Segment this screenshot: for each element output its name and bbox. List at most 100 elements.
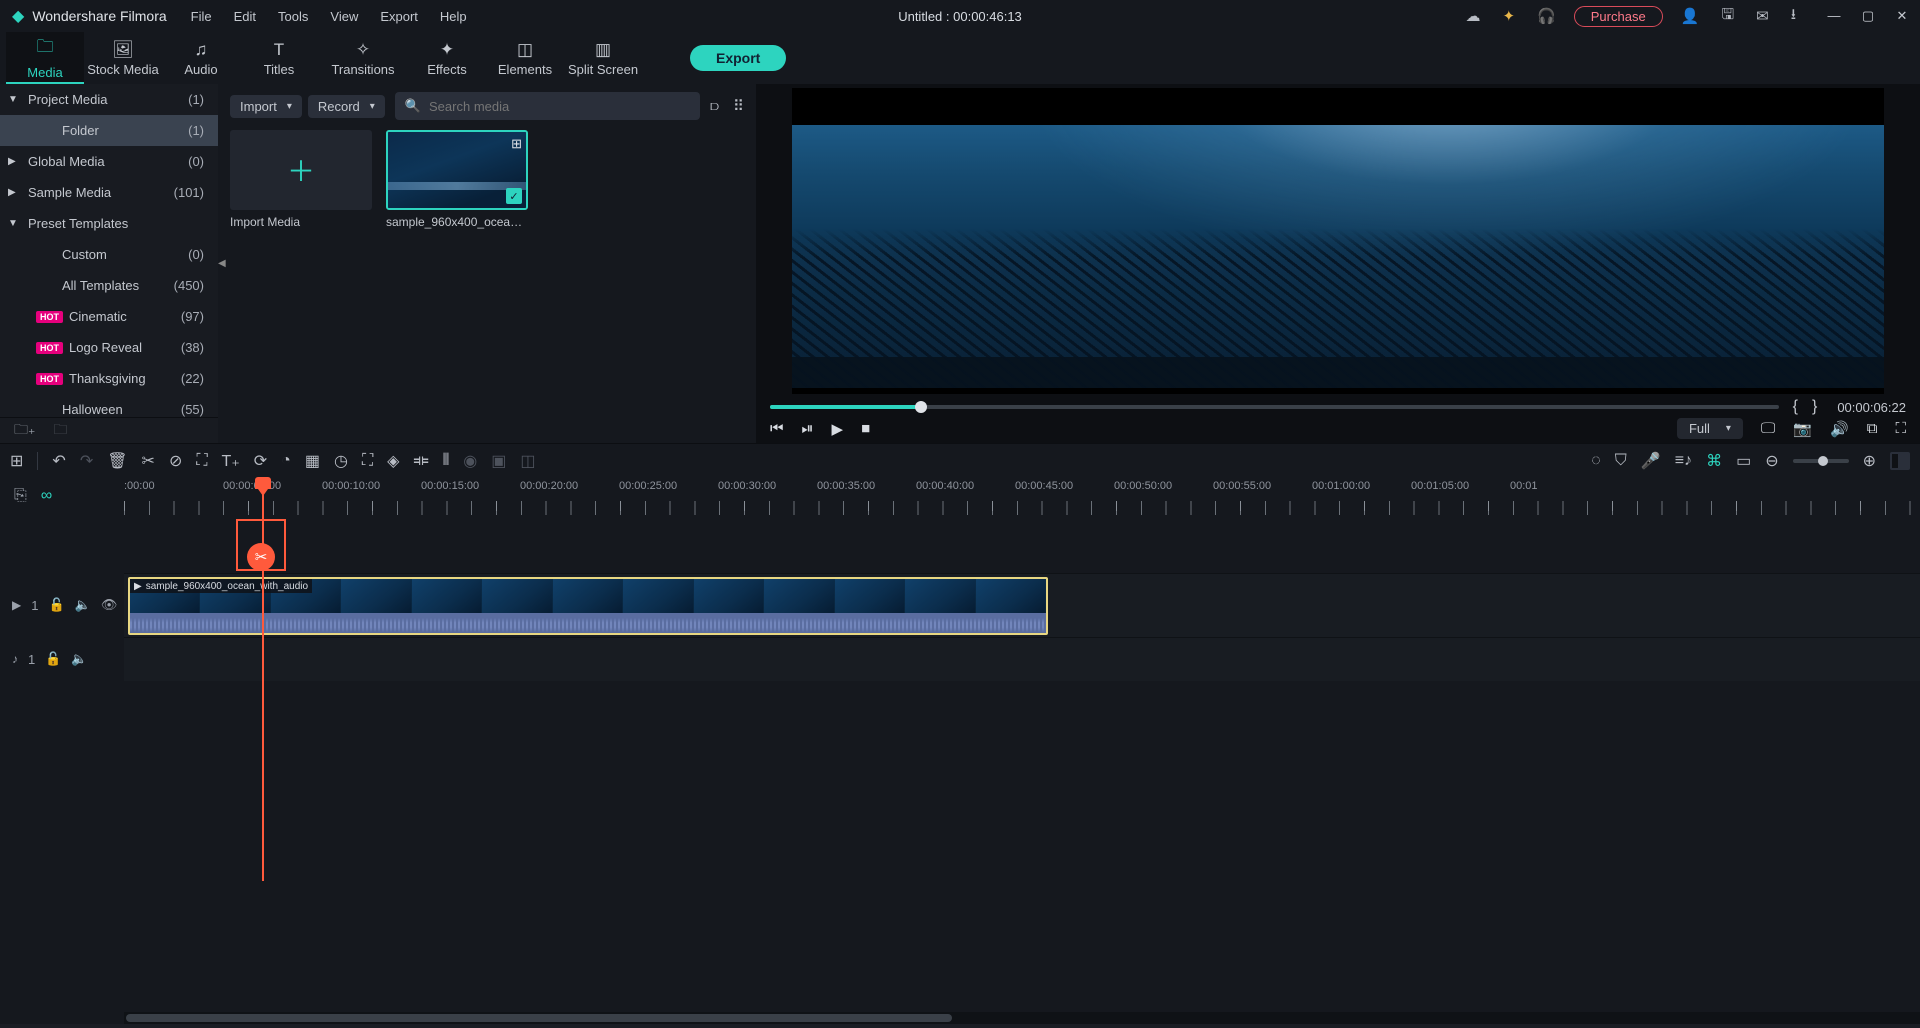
- lock-icon[interactable]: 🔓: [48, 597, 64, 613]
- mark-out-icon[interactable]: }: [1812, 398, 1817, 416]
- zoom-in-button[interactable]: ⊕: [1863, 451, 1876, 471]
- import-media-tile[interactable]: ＋ Import Media: [230, 130, 372, 229]
- new-folder-icon[interactable]: 🗀₊: [14, 419, 35, 443]
- menu-view[interactable]: View: [330, 9, 358, 24]
- undo-button[interactable]: ↶: [52, 451, 65, 471]
- snapshot-icon[interactable]: 📷: [1793, 420, 1812, 438]
- stop-button[interactable]: ■: [861, 420, 870, 437]
- export-button[interactable]: Export: [690, 45, 786, 71]
- cloud-icon[interactable]: ☁: [1462, 3, 1485, 29]
- redo-button[interactable]: ↷: [80, 451, 93, 471]
- prev-frame-button[interactable]: ⏮: [770, 420, 784, 437]
- folder-icon[interactable]: 🗀: [53, 419, 67, 443]
- menu-edit[interactable]: Edit: [234, 9, 256, 24]
- tree-preset-templates[interactable]: ▼Preset Templates: [0, 208, 218, 239]
- zoom-slider[interactable]: [1793, 459, 1849, 463]
- tab-transitions[interactable]: ✧Transitions: [318, 32, 408, 84]
- motion-button[interactable]: ◉: [463, 451, 477, 471]
- purchase-button[interactable]: Purchase: [1574, 6, 1663, 27]
- mail-icon[interactable]: ✉: [1752, 3, 1773, 29]
- timeline-clip[interactable]: ▶sample_960x400_ocean_with_audio: [128, 577, 1048, 635]
- keyframe-button[interactable]: ◈: [387, 451, 399, 471]
- tree-folder[interactable]: Folder(1): [0, 115, 218, 146]
- headphones-icon[interactable]: 🎧: [1533, 3, 1560, 29]
- search-input[interactable]: [429, 99, 690, 114]
- media-clip-tile[interactable]: ⊞✓ sample_960x400_ocean_...: [386, 130, 528, 229]
- fullscreen-icon[interactable]: ⛶: [1895, 420, 1906, 437]
- delete-button[interactable]: 🗑: [107, 451, 127, 471]
- preview-progress[interactable]: [770, 405, 1779, 409]
- marker-icon[interactable]: ◌: [1591, 452, 1601, 470]
- detach-button[interactable]: ◫: [520, 451, 535, 471]
- display-icon[interactable]: 🖵: [1761, 420, 1775, 437]
- tree-logo-reveal[interactable]: HOTLogo Reveal(38): [0, 332, 218, 363]
- grid-view-icon[interactable]: ⠿: [729, 93, 748, 119]
- menu-file[interactable]: File: [191, 9, 212, 24]
- text-button[interactable]: T₊: [222, 451, 240, 471]
- close-button[interactable]: ✕: [1890, 8, 1914, 24]
- play-button[interactable]: ▶: [832, 420, 844, 438]
- play-pause-button[interactable]: ⏯: [802, 420, 814, 437]
- sparkle-icon[interactable]: ✦: [1499, 3, 1520, 29]
- audio-adjust-button[interactable]: ⫴: [443, 452, 450, 470]
- lock-icon[interactable]: 🔓: [45, 651, 61, 667]
- tab-split-screen[interactable]: ▥Split Screen: [564, 32, 642, 84]
- layout-icon[interactable]: ⊞: [10, 451, 23, 471]
- fit-icon[interactable]: ▭: [1736, 451, 1751, 471]
- volume-icon[interactable]: 🔊: [1830, 420, 1849, 438]
- tab-elements[interactable]: ◫Elements: [486, 32, 564, 84]
- speed-button[interactable]: ⟳: [254, 451, 267, 471]
- color-button[interactable]: ◔: [281, 452, 291, 470]
- crop-button[interactable]: ⛶: [196, 452, 207, 470]
- mute-icon[interactable]: 🔈: [71, 651, 87, 667]
- shield-icon[interactable]: ⛉: [1615, 452, 1627, 470]
- record-dropdown[interactable]: Record▾: [308, 95, 385, 118]
- tree-all-templates[interactable]: All Templates(450): [0, 270, 218, 301]
- preview-video[interactable]: [792, 88, 1884, 394]
- maximize-button[interactable]: ▢: [1856, 8, 1880, 24]
- adjust-button[interactable]: ⟚: [413, 452, 428, 470]
- tab-titles[interactable]: TTitles: [240, 32, 318, 84]
- save-icon[interactable]: 🖫: [1717, 0, 1738, 33]
- import-dropdown[interactable]: Import▾: [230, 95, 302, 118]
- time-ruler[interactable]: :00:0000:00:05:0000:00:10:0000:00:15:000…: [124, 477, 1920, 515]
- auto-icon[interactable]: ⌘: [1706, 451, 1722, 471]
- mixer-icon[interactable]: ≡♪: [1675, 452, 1692, 470]
- tree-sample-media[interactable]: ▶Sample Media(101): [0, 177, 218, 208]
- tree-thanksgiving[interactable]: HOTThanksgiving(22): [0, 363, 218, 394]
- tree-global-media[interactable]: ▶Global Media(0): [0, 146, 218, 177]
- mark-in-icon[interactable]: {: [1793, 398, 1798, 416]
- zoom-out-button[interactable]: ⊖: [1765, 451, 1778, 471]
- pip-icon[interactable]: ⧉: [1867, 420, 1878, 437]
- menu-export[interactable]: Export: [380, 9, 418, 24]
- tab-media[interactable]: 🗀Media: [6, 32, 84, 84]
- search-media[interactable]: 🔍: [395, 92, 700, 120]
- greenscreen-button[interactable]: ▦: [305, 451, 320, 471]
- tree-custom[interactable]: Custom(0): [0, 239, 218, 270]
- account-icon[interactable]: 👤: [1677, 3, 1704, 29]
- split-button[interactable]: ✂: [142, 451, 155, 471]
- tree-cinematic[interactable]: HOTCinematic(97): [0, 301, 218, 332]
- panel-collapse-icon[interactable]: ◀: [218, 258, 228, 278]
- tab-effects[interactable]: ✦Effects: [408, 32, 486, 84]
- download-icon[interactable]: ⭳: [1787, 0, 1800, 33]
- mute-icon[interactable]: 🔈: [75, 597, 91, 613]
- link-icon[interactable]: ∞: [41, 487, 52, 505]
- copy-track-icon[interactable]: ⎘: [14, 487, 27, 505]
- minimize-button[interactable]: —: [1822, 8, 1846, 24]
- tab-audio[interactable]: ♫Audio: [162, 32, 240, 84]
- voiceover-icon[interactable]: 🎤: [1641, 451, 1661, 471]
- expand-button[interactable]: ⛶: [362, 452, 373, 470]
- quality-dropdown[interactable]: Full▾: [1677, 418, 1743, 439]
- menu-tools[interactable]: Tools: [278, 9, 308, 24]
- menu-help[interactable]: Help: [440, 9, 467, 24]
- tab-stock-media[interactable]: 🖼Stock Media: [84, 32, 162, 84]
- track-view-toggle[interactable]: [1890, 452, 1910, 470]
- tag-icon[interactable]: ⊘: [169, 451, 182, 471]
- render-button[interactable]: ▣: [491, 451, 506, 471]
- visibility-icon[interactable]: 👁: [101, 597, 118, 613]
- timeline-scrollbar[interactable]: [124, 1012, 1920, 1024]
- tree-project-media[interactable]: ▼Project Media(1): [0, 84, 218, 115]
- filter-icon[interactable]: ⫐: [706, 94, 723, 119]
- duration-button[interactable]: ◷: [334, 451, 348, 471]
